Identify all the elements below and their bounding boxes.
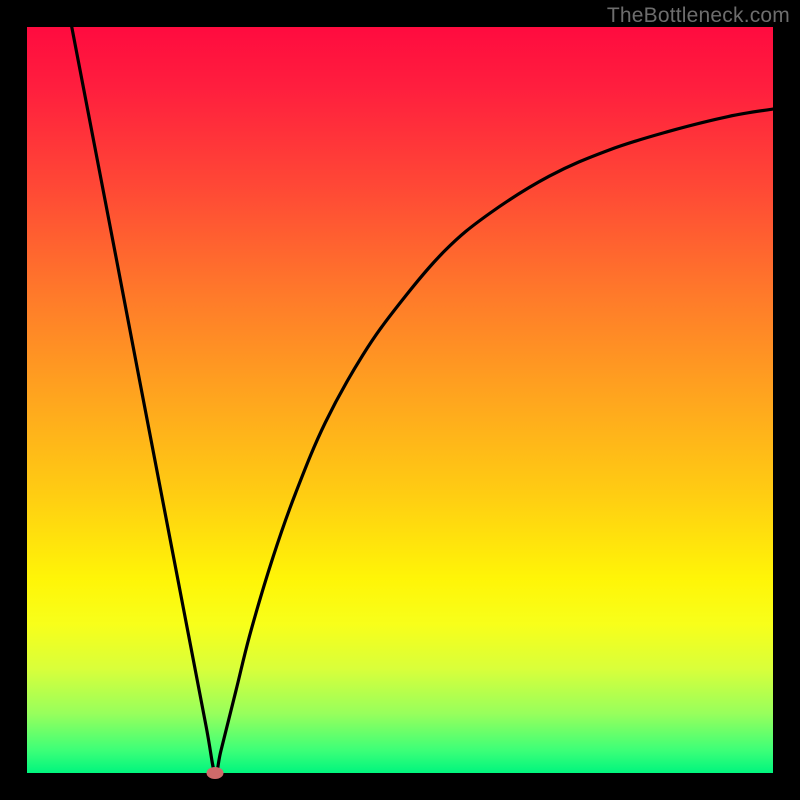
minimum-point-marker bbox=[206, 767, 223, 779]
bottleneck-curve bbox=[27, 27, 773, 773]
watermark-text: TheBottleneck.com bbox=[607, 4, 790, 28]
chart-plot-area bbox=[27, 27, 773, 773]
chart-frame: TheBottleneck.com bbox=[0, 0, 800, 800]
